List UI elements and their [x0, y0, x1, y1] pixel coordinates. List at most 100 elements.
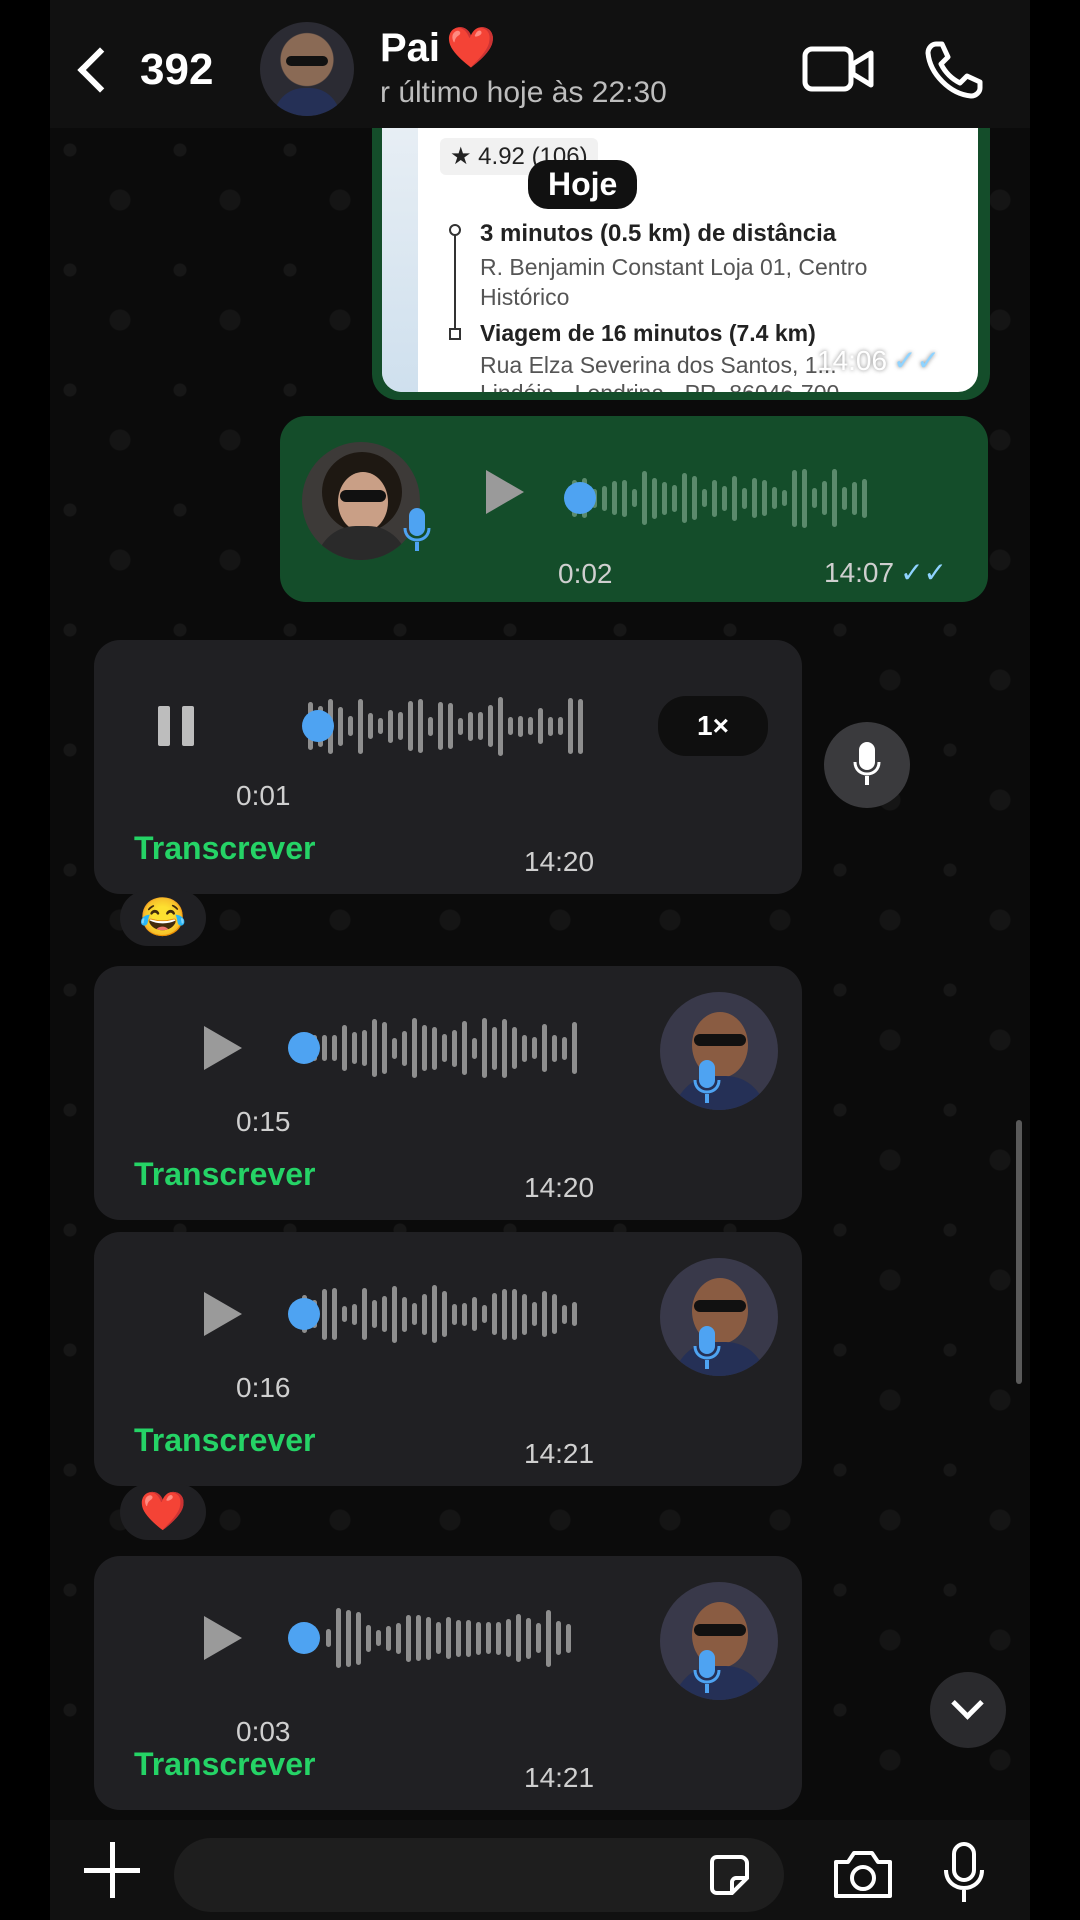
camera-icon[interactable] [832, 1848, 894, 1900]
pause-icon[interactable] [156, 706, 196, 746]
waveform-bar [412, 1018, 417, 1078]
waveform-bar [752, 478, 757, 518]
transcribe-button[interactable]: Transcrever [134, 1156, 315, 1193]
waveform-bar [572, 1022, 577, 1074]
message-time: 14:07 ✓✓ [824, 556, 947, 589]
transcribe-button[interactable]: Transcrever [134, 1746, 315, 1783]
progress-handle[interactable] [564, 482, 596, 514]
waveform-bar [566, 1623, 571, 1653]
waveform-bar [432, 1285, 437, 1343]
waveform-bar [382, 1022, 387, 1074]
waveform[interactable] [572, 468, 867, 528]
message-time-text: 14:07 [824, 557, 895, 588]
waveform-bar [538, 708, 543, 744]
trip-share-message[interactable]: ★ 4.92 (106) 3 minutos (0.5 km) de distâ… [372, 128, 990, 400]
reaction-badge[interactable]: 😂 [120, 890, 206, 946]
waveform-bar [552, 1034, 557, 1062]
progress-handle[interactable] [302, 710, 334, 742]
waveform-bar [392, 1037, 397, 1059]
waveform[interactable] [326, 1608, 571, 1668]
contact-avatar[interactable] [260, 22, 354, 116]
waveform-bar [362, 1288, 367, 1340]
waveform-bar [548, 716, 553, 736]
waveform-bar [422, 1025, 427, 1071]
progress-handle[interactable] [288, 1032, 320, 1064]
transcribe-button[interactable]: Transcrever [134, 830, 315, 867]
reaction-badge[interactable]: ❤️ [120, 1484, 206, 1540]
waveform-bar [486, 1622, 491, 1654]
waveform-bar [632, 489, 637, 507]
mic-badge-icon [403, 508, 431, 551]
waveform-bar [852, 481, 857, 515]
waveform-bar [522, 1034, 527, 1062]
waveform-bar [772, 487, 777, 509]
waveform-bar [366, 1624, 371, 1652]
waveform-bar [378, 718, 383, 734]
play-icon[interactable] [204, 1616, 242, 1660]
waveform-bar [488, 705, 493, 747]
waveform-bar [448, 703, 453, 749]
chat-header: 392 Pai ❤️ r último hoje às 22:30 [50, 0, 1030, 128]
date-divider: Hoje [528, 160, 638, 209]
waveform-bar [518, 715, 523, 737]
waveform-bar [336, 1608, 341, 1668]
waveform-bar [482, 1018, 487, 1078]
scroll-to-bottom-button[interactable] [930, 1672, 1006, 1748]
play-icon[interactable] [204, 1026, 242, 1070]
waveform-bar [722, 485, 727, 511]
waveform-bar [862, 478, 867, 518]
message-time-text: 14:06 [817, 345, 888, 376]
waveform-bar [802, 468, 807, 528]
waveform-bar [512, 1027, 517, 1069]
waveform-bar [516, 1614, 521, 1662]
waveform-bar [442, 1291, 447, 1337]
waveform-bar [602, 485, 607, 511]
incoming-voice-message: 1× 0:01 Transcrever 14:20 [94, 640, 802, 894]
waveform-bar [382, 1296, 387, 1332]
waveform-bar [662, 481, 667, 515]
waveform-bar [442, 1034, 447, 1062]
waveform-bar [376, 1630, 381, 1646]
voice-duration: 0:15 [236, 1106, 291, 1137]
attach-plus-button[interactable] [84, 1842, 140, 1898]
waveform-bar [558, 717, 563, 735]
waveform-bar [322, 1035, 327, 1061]
mic-badge-icon [693, 1060, 721, 1103]
scrollbar[interactable] [1016, 1120, 1022, 1384]
waveform[interactable] [302, 1284, 577, 1344]
waveform-bar [412, 1303, 417, 1325]
waveform-bar [418, 699, 423, 753]
voice-duration: 0:16 [236, 1372, 291, 1403]
sticker-icon[interactable] [706, 1852, 752, 1898]
waveform-bar [462, 1021, 467, 1075]
waveform-bar [472, 1037, 477, 1059]
waveform-bar [572, 1302, 577, 1326]
waveform[interactable] [308, 696, 583, 756]
waveform-bar [528, 717, 533, 735]
play-icon[interactable] [204, 1292, 242, 1336]
pickup-address: R. Benjamin Constant Loja 01, Centro His… [480, 254, 868, 310]
waveform-bar [402, 1030, 407, 1066]
waveform-bar [356, 1611, 361, 1665]
playback-speed-button[interactable]: 1× [658, 696, 768, 756]
phone-icon[interactable] [922, 38, 986, 102]
voice-duration: 0:02 [558, 558, 613, 589]
play-icon[interactable] [486, 470, 524, 514]
voice-record-button[interactable] [824, 722, 910, 808]
trip-duration: Viagem de 16 minutos (7.4 km) [480, 320, 816, 346]
waveform-bar [612, 481, 617, 515]
microphone-icon[interactable] [942, 1842, 986, 1904]
back-button[interactable]: 392 [70, 30, 213, 110]
waveform-bar [522, 1293, 527, 1335]
message-time: 14:21 [524, 1438, 595, 1469]
transcribe-button[interactable]: Transcrever [134, 1422, 315, 1459]
progress-handle[interactable] [288, 1298, 320, 1330]
message-input[interactable] [174, 1838, 784, 1912]
video-call-icon[interactable] [802, 44, 874, 94]
contact-name[interactable]: Pai ❤️ [380, 24, 496, 71]
dropoff-address: Rua Elza Severina dos Santos, 1... [480, 352, 837, 378]
waveform[interactable] [302, 1018, 577, 1078]
progress-handle[interactable] [288, 1622, 320, 1654]
waveform-bar [426, 1616, 431, 1660]
message-time: 14:21 [524, 1762, 595, 1793]
